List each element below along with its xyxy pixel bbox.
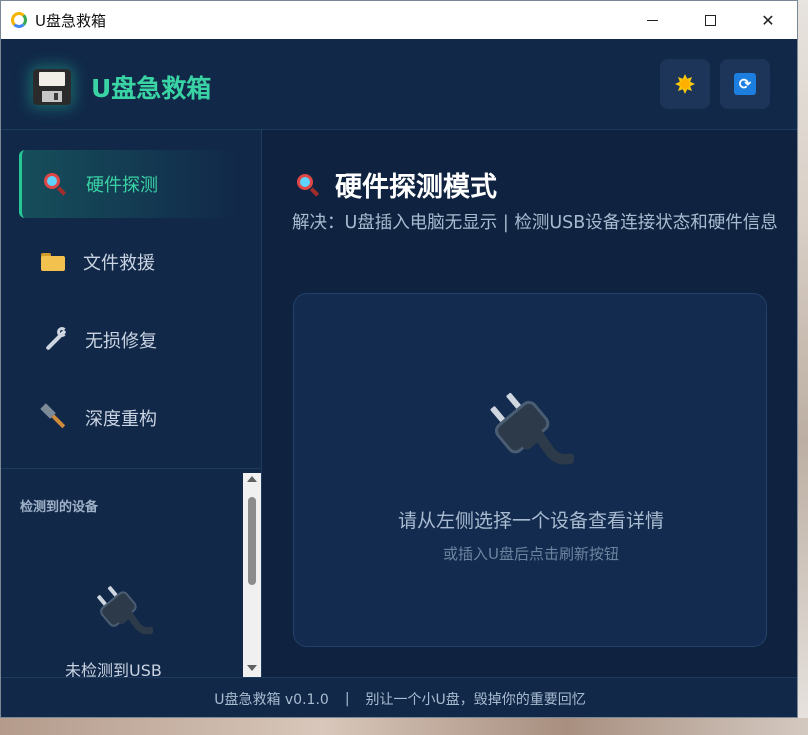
sidebar-item-label: 无损修复	[85, 331, 157, 352]
no-device-text: 未检测到USB	[65, 661, 162, 677]
main-title-row: 硬件探测模式	[295, 165, 497, 204]
folder-icon	[41, 253, 65, 271]
minimize-icon	[646, 19, 658, 21]
sun-icon	[675, 74, 695, 94]
devices-section-title: 检测到的设备	[20, 500, 99, 515]
main-panel: 硬件探测模式 解决：U盘插入电脑无显示 | 检测USB设备连接状态和硬件信息 请…	[263, 130, 797, 677]
scroll-down-arrow-icon[interactable]	[247, 665, 257, 671]
scroll-up-arrow-icon[interactable]	[247, 476, 257, 482]
sidebar-item-label: 深度重构	[85, 409, 157, 430]
maximize-icon	[704, 14, 716, 26]
close-button[interactable]: ✕	[739, 1, 797, 39]
device-list-scrollbar[interactable]	[243, 473, 261, 677]
sidebar-item-hardware-detect[interactable]: 硬件探测	[19, 150, 239, 218]
app-logo-text: U盘急救箱	[91, 74, 212, 103]
footer-separator: |	[344, 690, 350, 707]
sidebar-item-label: 文件救援	[83, 253, 155, 274]
sidebar-divider	[1, 468, 261, 469]
floppy-disk-icon	[33, 69, 71, 105]
magnifier-icon	[42, 171, 68, 197]
sidebar-item-label: 硬件探测	[86, 175, 158, 196]
page-title: 硬件探测模式	[335, 172, 497, 203]
sidebar-item-lossless-repair[interactable]: 无损修复	[19, 306, 239, 374]
version-text: U盘急救箱 v0.1.0	[214, 691, 329, 708]
desktop-background	[798, 0, 808, 735]
plug-icon	[490, 393, 574, 465]
sidebar-item-file-rescue[interactable]: 文件救援	[19, 228, 239, 296]
slogan-text: 别让一个小U盘，毁掉你的重要回忆	[365, 691, 586, 708]
maximize-button[interactable]	[681, 1, 739, 39]
sidebar-item-deep-rebuild[interactable]: 深度重构	[19, 384, 239, 452]
device-detail-card: 请从左侧选择一个设备查看详情 或插入U盘后点击刷新按钮	[293, 293, 767, 647]
window-controls: ✕	[623, 1, 797, 39]
page-description: 解决：U盘插入电脑无显示 | 检测USB设备连接状态和硬件信息	[292, 213, 778, 233]
scroll-thumb[interactable]	[248, 497, 256, 585]
footer: U盘急救箱 v0.1.0 | 别让一个小U盘，毁掉你的重要回忆	[1, 677, 797, 717]
title-bar[interactable]: U盘急救箱 ✕	[1, 1, 797, 39]
refresh-icon: ⟳	[734, 73, 756, 95]
empty-state-message: 请从左侧选择一个设备查看详情	[397, 510, 664, 532]
taskbar-background	[0, 718, 808, 735]
plug-icon	[97, 586, 153, 635]
app-header: U盘急救箱 ⟳	[1, 39, 797, 130]
hammer-icon	[40, 403, 67, 431]
magnifier-icon	[295, 172, 321, 198]
app-window: U盘急救箱 ✕ U盘急救箱 ⟳ 硬件探测 文件救援 无损修复 深度重构 检测到的…	[0, 0, 798, 718]
empty-state-hint: 或插入U盘后点击刷新按钮	[443, 545, 619, 563]
wrench-icon	[41, 327, 67, 353]
minimize-button[interactable]	[623, 1, 681, 39]
close-icon: ✕	[761, 10, 775, 30]
app-icon	[11, 12, 27, 28]
theme-toggle-button[interactable]	[660, 59, 710, 109]
refresh-button[interactable]: ⟳	[720, 59, 770, 109]
window-title: U盘急救箱	[35, 11, 106, 30]
sidebar: 硬件探测 文件救援 无损修复 深度重构 检测到的设备 未检测到USB	[1, 130, 262, 677]
